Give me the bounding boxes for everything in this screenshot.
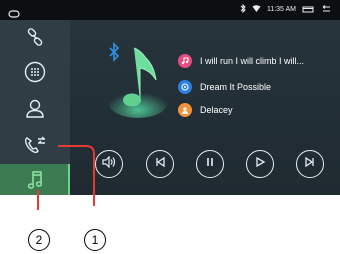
phone-transfer-icon [24,135,46,155]
sidebar-item-contacts[interactable] [0,90,70,126]
status-bar: 11:35 AM [0,0,340,20]
bluetooth-status-icon [240,3,246,15]
artist-name: Delacey [200,105,233,115]
volume-icon [102,155,116,173]
disc-icon [178,80,192,94]
bluetooth-icon [109,42,120,62]
previous-button[interactable] [146,150,174,178]
callout-number-2: 2 [28,229,50,251]
next-button[interactable] [296,150,324,178]
music-note-icon [28,170,42,190]
skip-next-icon [304,155,316,173]
music-player: I will run I will climb I will... Dream … [70,20,340,195]
skip-previous-icon [154,155,166,173]
contact-icon [25,98,45,118]
artist-icon [178,103,192,117]
album-row[interactable]: Dream It Possible [178,80,271,94]
volume-button[interactable] [95,150,123,178]
play-icon [254,155,266,173]
status-right: 11:35 AM [240,3,332,15]
clock: 11:35 AM [266,6,296,13]
sidebar-item-link[interactable] [0,20,70,53]
track-title: I will run I will climb I will... [200,56,305,66]
sidebar [0,20,70,195]
pause-icon [205,155,215,173]
wifi-status-icon [252,4,261,15]
window-icon[interactable] [302,5,314,15]
artist-row[interactable]: Delacey [178,103,233,117]
sidebar-item-call-log[interactable] [0,126,70,164]
sidebar-item-dialpad[interactable] [0,53,70,90]
music-note-icon [178,54,192,68]
head-unit-screen: 11:35 AM I will run I will climb I will.… [0,0,340,195]
callout-number-1: 1 [84,229,106,251]
playback-controls [90,150,340,180]
track-title-row[interactable]: I will run I will climb I will... [178,54,304,68]
album-title: Dream It Possible [200,82,272,92]
album-art [100,40,170,120]
sidebar-item-music[interactable] [0,164,70,195]
dialpad-icon [24,61,46,83]
pause-button[interactable] [196,150,224,178]
back-icon[interactable] [320,4,332,15]
link-icon [26,27,44,46]
play-button[interactable] [246,150,274,178]
